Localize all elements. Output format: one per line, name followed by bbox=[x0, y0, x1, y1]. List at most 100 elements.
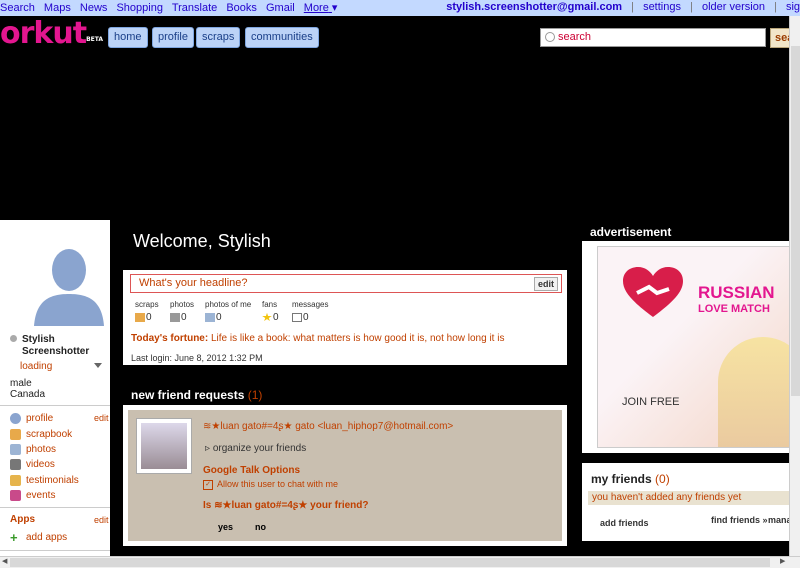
google-link-maps[interactable]: Maps bbox=[44, 2, 71, 14]
scrollbar-thumb[interactable] bbox=[10, 558, 770, 567]
my-friends-title-text: my friends bbox=[591, 472, 652, 486]
signout-link[interactable]: sig bbox=[786, 1, 800, 13]
sidebar-item-events[interactable]: events bbox=[10, 490, 55, 501]
friend-name-text: ≋★luan gato#=4ʂ★ gato bbox=[203, 421, 315, 432]
events-icon bbox=[10, 490, 21, 501]
decline-friend-button[interactable]: no bbox=[255, 522, 266, 532]
sidebar-item-profile[interactable]: profile bbox=[10, 413, 53, 424]
stat-count: 0 bbox=[216, 312, 222, 323]
stat-count: 0 bbox=[303, 312, 309, 323]
headline-edit-button[interactable]: edit bbox=[534, 277, 558, 291]
add-friends-link[interactable]: add friends bbox=[600, 518, 649, 528]
nav-communities-button[interactable]: communities bbox=[245, 27, 319, 48]
vertical-scrollbar[interactable] bbox=[789, 16, 800, 556]
more-link[interactable]: More ▾ bbox=[304, 2, 338, 14]
ad-brand-line2: LOVE MATCH bbox=[698, 303, 770, 315]
friend-photo bbox=[141, 423, 187, 469]
sidebar-item-videos[interactable]: videos bbox=[10, 459, 55, 470]
google-bar: Search Maps News Shopping Translate Book… bbox=[0, 0, 800, 16]
testimonials-icon bbox=[10, 475, 21, 486]
divider bbox=[0, 507, 110, 508]
beta-badge: BETA bbox=[86, 36, 104, 43]
stat-messages[interactable]: messages 0 bbox=[292, 300, 329, 323]
stat-label: fans bbox=[262, 300, 278, 309]
status-dot-icon bbox=[10, 335, 17, 342]
search-icon bbox=[545, 32, 555, 43]
google-link-gmail[interactable]: Gmail bbox=[266, 2, 295, 14]
account-links: stylish.screenshotter@gmail.com | settin… bbox=[446, 1, 800, 13]
google-link-search[interactable]: Search bbox=[0, 2, 35, 14]
profile-summary-panel: What's your headline? edit scraps 0 photo… bbox=[123, 270, 567, 365]
stat-photos-of-me[interactable]: photos of me 0 bbox=[205, 300, 252, 323]
user-name[interactable]: Stylish Screenshotter bbox=[10, 334, 92, 358]
nav-scraps-button[interactable]: scraps bbox=[196, 27, 241, 48]
stat-label: messages bbox=[292, 300, 329, 309]
apps-edit-link[interactable]: edit bbox=[94, 515, 109, 525]
account-email[interactable]: stylish.screenshotter@gmail.com bbox=[446, 1, 622, 13]
orkut-logo[interactable]: orkutBETA bbox=[0, 19, 103, 49]
stat-scraps[interactable]: scraps 0 bbox=[135, 300, 159, 323]
divider: | bbox=[690, 1, 693, 13]
sidebar-item-photos[interactable]: photos bbox=[10, 444, 56, 455]
allow-chat-checkbox[interactable]: ✓ Allow this user to chat with me bbox=[203, 479, 338, 490]
sidebar-item-label: events bbox=[26, 490, 56, 502]
gtalk-options-title: Google Talk Options bbox=[203, 465, 301, 476]
google-links: Search Maps News Shopping Translate Book… bbox=[0, 1, 343, 14]
checkbox-checked-icon: ✓ bbox=[203, 479, 213, 490]
friend-email: <luan_hiphop7@hotmail.com> bbox=[317, 421, 454, 432]
friend-name[interactable]: ≋★luan gato#=4ʂ★ gato <luan_hiphop7@hotm… bbox=[203, 421, 453, 432]
google-link-shopping[interactable]: Shopping bbox=[116, 2, 163, 14]
sidebar-item-testimonials[interactable]: testimonials bbox=[10, 475, 79, 486]
scrapbook-icon bbox=[10, 429, 21, 440]
older-version-link[interactable]: older version bbox=[702, 1, 765, 13]
tag-icon bbox=[205, 312, 215, 322]
no-friends-message: you haven't added any friends yet bbox=[588, 491, 792, 505]
status-dropdown-icon[interactable] bbox=[94, 363, 102, 368]
friend-avatar[interactable] bbox=[136, 418, 192, 474]
organize-friends[interactable]: ▹ organize your friends bbox=[205, 443, 306, 454]
avatar[interactable] bbox=[30, 238, 108, 326]
fortune-label: Today's fortune: bbox=[131, 333, 209, 344]
friend-question: Is ≋★luan gato#=4ʂ★ your friend? bbox=[203, 500, 369, 511]
stat-count: 0 bbox=[181, 312, 187, 323]
friend-request-box: ≋★luan gato#=4ʂ★ gato <luan_hiphop7@hotm… bbox=[123, 405, 567, 546]
google-link-books[interactable]: Books bbox=[226, 2, 257, 14]
google-link-news[interactable]: News bbox=[80, 2, 108, 14]
stat-count: 0 bbox=[146, 312, 152, 323]
accept-friend-button[interactable]: yes bbox=[218, 522, 233, 532]
scroll-left-icon[interactable]: ◀ bbox=[2, 557, 7, 567]
search-input[interactable]: search bbox=[540, 28, 766, 47]
welcome-title: Welcome, Stylish bbox=[133, 231, 271, 251]
friend-requests-title: new friend requests (1) bbox=[131, 388, 262, 402]
heart-logo-icon bbox=[623, 267, 683, 317]
settings-link[interactable]: settings bbox=[643, 1, 681, 13]
headline-input[interactable]: What's your headline? bbox=[130, 274, 562, 293]
add-apps-button[interactable]: + add apps bbox=[10, 531, 67, 544]
photos-icon bbox=[170, 312, 180, 322]
sidebar-item-scrapbook[interactable]: scrapbook bbox=[10, 429, 72, 440]
status-text: loading bbox=[20, 361, 53, 372]
nav-home-button[interactable]: home bbox=[108, 27, 148, 48]
nav-profile-button[interactable]: profile bbox=[152, 27, 194, 48]
stat-fans[interactable]: fans 0 bbox=[262, 300, 279, 323]
manage-friends-link[interactable]: mana bbox=[768, 515, 792, 525]
find-friends-link[interactable]: find friends » bbox=[711, 515, 768, 525]
ad-banner[interactable]: RUSSIAN LOVE MATCH JOIN FREE bbox=[597, 246, 794, 448]
sidebar-item-label: photos bbox=[26, 444, 57, 456]
fortune: Today's fortune: Life is like a book: wh… bbox=[131, 333, 504, 344]
scrollbar-thumb[interactable] bbox=[791, 46, 800, 396]
friend-request-card: ≋★luan gato#=4ʂ★ gato <luan_hiphop7@hotm… bbox=[128, 410, 562, 541]
scroll-right-icon[interactable]: ▶ bbox=[780, 557, 785, 567]
my-friends-title: my friends (0) bbox=[591, 472, 670, 486]
user-gender: male bbox=[10, 378, 32, 389]
horizontal-scrollbar[interactable]: ◀ ▶ bbox=[0, 556, 800, 568]
stat-photos[interactable]: photos 0 bbox=[170, 300, 194, 323]
sidebar-item-label: profile bbox=[26, 413, 54, 425]
ad-photo bbox=[718, 337, 793, 447]
profile-edit-link[interactable]: edit bbox=[94, 413, 109, 423]
ad-join-button[interactable]: JOIN FREE bbox=[622, 396, 679, 408]
advertisement-box: RUSSIAN LOVE MATCH JOIN FREE bbox=[582, 241, 794, 453]
friend-requests-title-text: new friend requests bbox=[131, 388, 245, 402]
google-link-translate[interactable]: Translate bbox=[172, 2, 217, 14]
stat-label: photos of me bbox=[205, 300, 252, 309]
